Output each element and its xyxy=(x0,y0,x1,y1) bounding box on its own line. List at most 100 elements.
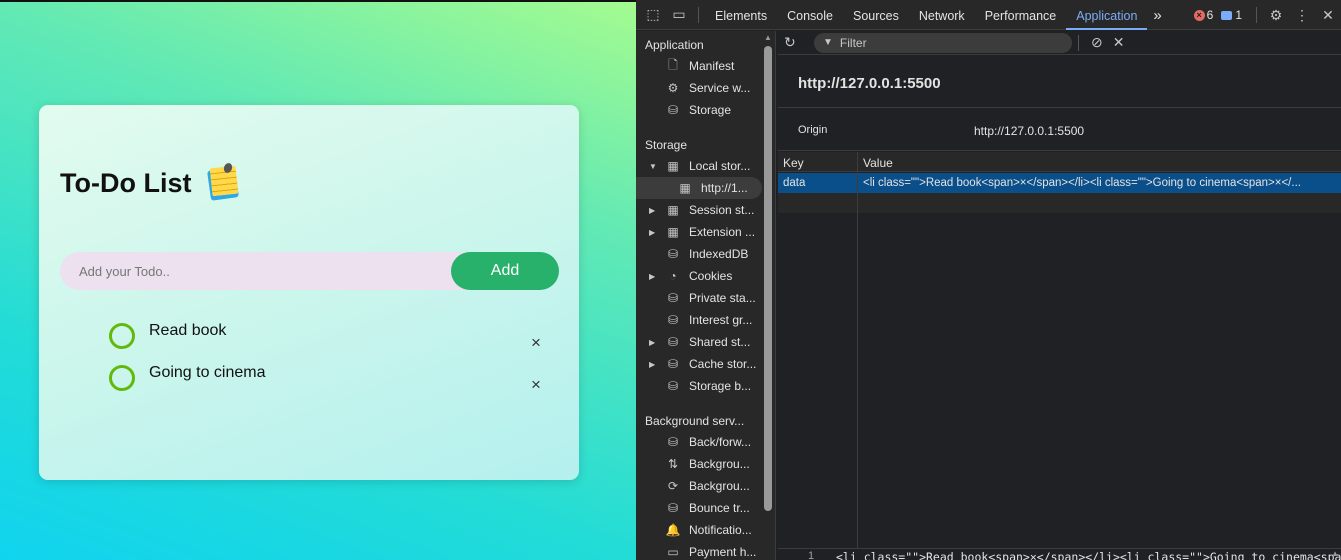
close-icon[interactable]: × xyxy=(531,334,541,351)
filter-input[interactable] xyxy=(839,35,1060,50)
table-header: Key Value xyxy=(778,152,1341,172)
sidebar-item-interest-groups[interactable]: ⛁ Interest gr... xyxy=(636,309,762,331)
sidebar-item-indexeddb[interactable]: ⛁ IndexedDB xyxy=(636,243,762,265)
tabbar-divider xyxy=(1256,7,1257,23)
toolbar-divider xyxy=(1078,34,1079,51)
database-icon: ⛁ xyxy=(667,435,679,449)
database-icon: ⛁ xyxy=(667,335,679,349)
sidebar-item-storage[interactable]: ⛁ Storage xyxy=(636,99,762,121)
storage-toolbar: ↻ ▼ ⊘ ✕ xyxy=(778,31,1341,55)
todo-item-text: Going to cinema xyxy=(149,364,266,381)
collapse-arrow-icon[interactable]: ▶ xyxy=(649,360,655,369)
application-sidebar: ▲ Application 🗋 Manifest ⚙ Service w... … xyxy=(636,31,776,560)
origin-title: http://127.0.0.1:5500 xyxy=(798,75,941,92)
sidebar-item-payment-handler[interactable]: ▭ Payment h... xyxy=(636,541,762,560)
todo-item[interactable]: Read book × xyxy=(109,320,549,362)
sidebar-item-local-origin[interactable]: ▦ http://1... xyxy=(636,177,762,199)
database-icon: ⛁ xyxy=(667,247,679,261)
kebab-menu-icon[interactable]: ⋮ xyxy=(1289,0,1315,30)
tab-performance[interactable]: Performance xyxy=(975,0,1067,30)
sidebar-heading-application: Application xyxy=(645,38,704,52)
tabbar-divider xyxy=(698,6,699,23)
todo-input-row: Add xyxy=(60,252,559,290)
tab-application[interactable]: Application xyxy=(1066,0,1148,30)
database-icon: ⛁ xyxy=(667,103,679,117)
row-key: data xyxy=(783,177,806,189)
sidebar-item-session-storage[interactable]: ▶ ▦ Session st... xyxy=(636,199,762,221)
scroll-up-arrow-icon[interactable]: ▲ xyxy=(1331,549,1339,558)
todo-item-text: Read book xyxy=(149,322,227,339)
tab-elements[interactable]: Elements xyxy=(705,0,777,30)
tab-network[interactable]: Network xyxy=(909,0,975,30)
table-icon: ▦ xyxy=(667,225,679,239)
gear-icon[interactable]: ⚙ xyxy=(1263,0,1289,30)
filter-box[interactable]: ▼ xyxy=(814,32,1072,53)
tab-sources[interactable]: Sources xyxy=(843,0,909,30)
sidebar-item-bounce-tracking[interactable]: ⛁ Bounce tr... xyxy=(636,497,762,519)
close-icon[interactable]: ✕ xyxy=(1315,0,1341,30)
collapse-arrow-icon[interactable]: ▶ xyxy=(649,228,655,237)
close-icon[interactable]: × xyxy=(531,376,541,393)
database-icon: ⛁ xyxy=(667,357,679,371)
sidebar-item-background-fetch[interactable]: ⇅ Backgrou... xyxy=(636,453,762,475)
error-count: 6 xyxy=(1206,8,1214,22)
todo-list: Read book × Going to cinema × xyxy=(109,320,549,404)
todo-input[interactable] xyxy=(60,252,480,290)
column-divider[interactable] xyxy=(857,152,858,548)
check-circle-icon[interactable] xyxy=(109,323,135,349)
collapse-arrow-icon[interactable]: ▶ xyxy=(649,206,655,215)
sidebar-item-cookies[interactable]: ▶ ◔ Cookies xyxy=(636,265,762,287)
filter-icon: ▼ xyxy=(823,37,833,48)
sidebar-item-local-storage[interactable]: ▼ ▦ Local stor... xyxy=(636,155,762,177)
sidebar-item-shared-storage[interactable]: ▶ ⛁ Shared st... xyxy=(636,331,762,353)
sidebar-item-notifications[interactable]: 🔔 Notificatio... xyxy=(636,519,762,541)
column-header-key[interactable]: Key xyxy=(783,156,804,170)
sidebar-item-storage-buckets[interactable]: ⛁ Storage b... xyxy=(636,375,762,397)
notepad-icon xyxy=(207,161,241,201)
error-icon: × xyxy=(1193,9,1205,21)
sidebar-heading-background-services: Background serv... xyxy=(645,414,745,428)
scroll-up-arrow-icon[interactable]: ▲ xyxy=(764,33,772,42)
expand-arrow-icon[interactable]: ▼ xyxy=(649,162,657,171)
sidebar-item-private-state-tokens[interactable]: ⛁ Private sta... xyxy=(636,287,762,309)
message-count-badge[interactable]: 1 xyxy=(1221,8,1242,22)
sidebar-item-extension-storage[interactable]: ▶ ▦ Extension ... xyxy=(636,221,762,243)
table-row[interactable]: data <li class="">Read book<span>×</span… xyxy=(778,173,1341,193)
table-icon: ▦ xyxy=(667,159,679,173)
devtools-panel: ⬚ ▭ Elements Console Sources Network Per… xyxy=(636,0,1341,560)
sidebar-item-background-sync[interactable]: ⟳ Backgrou... xyxy=(636,475,762,497)
origin-label: Origin xyxy=(798,124,828,136)
preview-line-number: 1 xyxy=(808,550,815,560)
sidebar-scrollbar[interactable] xyxy=(764,46,772,511)
add-button[interactable]: Add xyxy=(451,252,559,290)
key-value-table: Key Value data <li class="">Read book<sp… xyxy=(778,152,1341,548)
origin-row: Origin http://127.0.0.1:5500 xyxy=(778,109,1341,151)
title-row: To-Do List xyxy=(60,161,241,201)
inspect-element-icon[interactable]: ⬚ xyxy=(640,0,666,30)
sidebar-item-cache-storage[interactable]: ▶ ⛁ Cache stor... xyxy=(636,353,762,375)
column-header-value[interactable]: Value xyxy=(863,156,893,170)
device-toolbar-icon[interactable]: ▭ xyxy=(666,0,692,30)
bell-icon: 🔔 xyxy=(665,523,681,537)
collapse-arrow-icon[interactable]: ▶ xyxy=(649,338,655,347)
clear-all-icon[interactable]: ⊘ xyxy=(1091,34,1103,51)
sidebar-item-back-forward-cache[interactable]: ⛁ Back/forw... xyxy=(636,431,762,453)
collapse-arrow-icon[interactable]: ▶ xyxy=(649,272,655,281)
more-tabs-icon[interactable]: » xyxy=(1147,0,1167,30)
delete-selected-icon[interactable]: ✕ xyxy=(1113,34,1125,51)
table-icon: ▦ xyxy=(667,203,679,217)
todo-item[interactable]: Going to cinema × xyxy=(109,362,549,404)
message-icon xyxy=(1221,10,1233,20)
todo-card: To-Do List Add Read book × Going to cine… xyxy=(39,105,579,480)
page-title: To-Do List xyxy=(60,167,192,198)
sidebar-heading-storage: Storage xyxy=(645,138,688,152)
sidebar-item-manifest[interactable]: 🗋 Manifest xyxy=(636,55,762,77)
empty-table-row[interactable] xyxy=(778,193,1341,213)
tab-console[interactable]: Console xyxy=(777,0,843,30)
refresh-icon[interactable]: ↻ xyxy=(784,34,804,51)
cookie-icon: ◔ xyxy=(669,269,677,283)
value-preview: 1 <li class="">Read book<span>×</span></… xyxy=(778,548,1341,560)
error-count-badge[interactable]: × 6 xyxy=(1193,8,1214,22)
sidebar-item-service-workers[interactable]: ⚙ Service w... xyxy=(636,77,762,99)
check-circle-icon[interactable] xyxy=(109,365,135,391)
